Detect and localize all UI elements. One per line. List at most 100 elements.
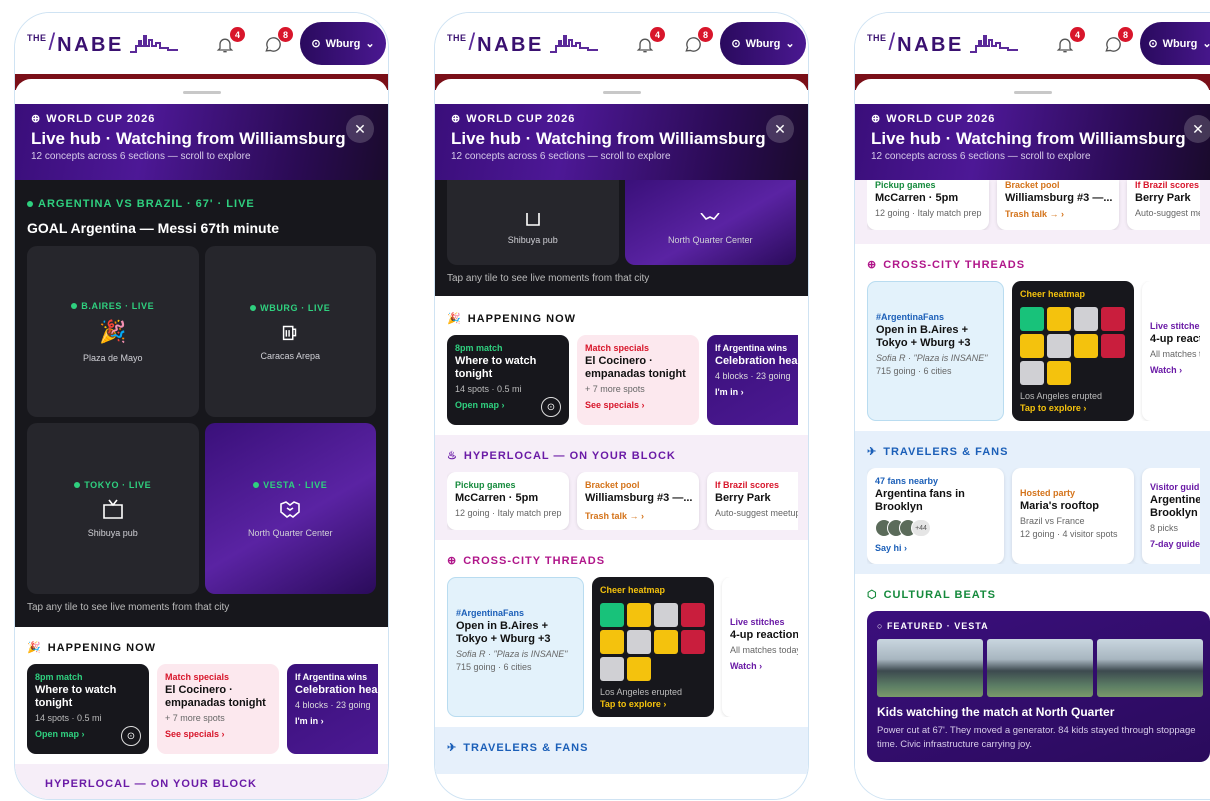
logo-slash: / bbox=[468, 29, 476, 56]
globe-icon: ⊕ bbox=[871, 113, 882, 125]
card-sub: 4 blocks · 23 going bbox=[295, 700, 371, 710]
close-button[interactable]: ✕ bbox=[346, 115, 374, 143]
card-kicker: Live stitches bbox=[730, 617, 785, 627]
im-in-link[interactable]: I'm in › bbox=[295, 716, 378, 726]
see-specials-link[interactable]: See specials › bbox=[585, 400, 691, 410]
hub-kicker: WORLD CUP 2026 bbox=[46, 112, 156, 125]
sheet-grabber[interactable] bbox=[1013, 91, 1052, 94]
argentina-fans-thread[interactable]: #ArgentinaFans Open in B.Aires + Tokyo +… bbox=[867, 281, 1004, 421]
phone-screen-2: THE / NABE 4 8 ⊙ Wburg ⌄ ⊕ WORLD CUP 2026… bbox=[434, 12, 809, 800]
city-tile-vesta[interactable]: North Quarter Center bbox=[624, 180, 796, 265]
card-sub: + 7 more spots bbox=[165, 713, 225, 723]
globe-icon: ⊕ bbox=[31, 113, 42, 125]
specials-card[interactable]: Match specials El Cocinero · empanadas t… bbox=[577, 335, 699, 425]
watch-link[interactable]: Watch › bbox=[1150, 365, 1200, 375]
city-tile-wburg[interactable]: WBURG · LIVE Caracas Arepa bbox=[204, 246, 376, 417]
pin-icon: ⊙ bbox=[1148, 38, 1158, 50]
notifications-button[interactable]: 4 bbox=[1055, 27, 1085, 57]
fans-nearby-card[interactable]: 47 fans nearby Argentina fans in Brookly… bbox=[867, 468, 1004, 564]
cross-city-section: ⊕ CROSS-CITY THREADS #ArgentinaFans Open … bbox=[435, 540, 808, 727]
location-selector[interactable]: ⊙ Wburg ⌄ bbox=[1140, 22, 1210, 65]
close-button[interactable]: ✕ bbox=[766, 115, 794, 143]
card-title: El Cocinero · empanadas tonight bbox=[585, 355, 686, 380]
location-label: Wburg bbox=[325, 37, 361, 50]
hub-title: Live hub · Watching from Williamsburg bbox=[451, 129, 766, 148]
guide-link[interactable]: 7-day guide › bbox=[1150, 539, 1200, 549]
cultural-beats-section: ⬡ CULTURAL BEATS ○ FEATURED · VESTA Kids … bbox=[855, 574, 1210, 772]
logo-the: THE bbox=[867, 33, 887, 43]
thread-quote: Sofia R · "Plaza is INSANE" bbox=[876, 353, 988, 363]
tap-to-explore-link[interactable]: Tap to explore › bbox=[600, 699, 706, 709]
tiles-hint: Tap any tile to see live moments from th… bbox=[447, 273, 650, 284]
location-selector[interactable]: ⊙ Wburg ⌄ bbox=[720, 22, 806, 65]
pickup-games-card[interactable]: Pickup games McCarren · 5pm 12 going · I… bbox=[447, 472, 569, 530]
brazil-scores-card[interactable]: If Brazil scores Berry Park Auto-suggest… bbox=[1127, 180, 1200, 230]
messages-button[interactable]: 8 bbox=[1103, 27, 1133, 57]
live-stitches-card[interactable]: Live stitches 4-up reactions All matches… bbox=[722, 577, 798, 717]
happening-now-section: 🎉 HAPPENING NOW 8pm match Where to watch … bbox=[435, 296, 808, 435]
hub-kicker: WORLD CUP 2026 bbox=[886, 112, 996, 125]
card-title: Berry Park bbox=[1135, 192, 1191, 204]
sheet-grabber[interactable] bbox=[602, 91, 641, 94]
tile-place: Plaza de Mayo bbox=[82, 352, 143, 363]
chevron-down-icon: ⌄ bbox=[1202, 37, 1210, 50]
heatmap-cell bbox=[1020, 361, 1044, 385]
card-title: Argentina fans in Brooklyn bbox=[875, 488, 965, 513]
logo-slash: / bbox=[888, 29, 896, 56]
plane-icon: ✈ bbox=[867, 446, 878, 458]
celebration-card[interactable]: If Argentina wins Celebration heads to C… bbox=[287, 664, 378, 754]
tap-to-explore-link[interactable]: Tap to explore › bbox=[1020, 403, 1126, 413]
location-selector[interactable]: ⊙ Wburg ⌄ bbox=[300, 22, 386, 65]
trash-talk-link[interactable]: Trash talk → › bbox=[585, 511, 691, 521]
pickup-games-card[interactable]: Pickup games McCarren · 5pm 12 going · I… bbox=[867, 180, 989, 230]
nabe-logo[interactable]: THE / NABE bbox=[447, 29, 598, 57]
sheet-grabber[interactable] bbox=[182, 91, 221, 94]
section-title: CULTURAL BEATS bbox=[883, 588, 996, 601]
card-title: 4-up reactions bbox=[730, 629, 798, 641]
watch-card[interactable]: 8pm match Where to watch tonight 14 spot… bbox=[447, 335, 569, 425]
heatmap-cell bbox=[600, 657, 624, 681]
say-hi-link[interactable]: Say hi › bbox=[875, 543, 996, 553]
city-tile-vesta[interactable]: VESTA · LIVE North Quarter Center bbox=[204, 423, 376, 594]
heatmap-cell bbox=[600, 603, 624, 627]
messages-badge: 8 bbox=[278, 27, 293, 42]
watch-link[interactable]: Watch › bbox=[730, 661, 798, 671]
see-specials-link[interactable]: See specials › bbox=[165, 729, 271, 739]
hub-title: Live hub · Watching from Williamsburg bbox=[871, 129, 1186, 148]
argentina-fans-thread[interactable]: #ArgentinaFans Open in B.Aires + Tokyo +… bbox=[447, 577, 584, 717]
notifications-button[interactable]: 4 bbox=[635, 27, 665, 57]
nabe-logo[interactable]: THE / NABE bbox=[27, 29, 178, 57]
celebration-card[interactable]: If Argentina wins Celebration heads to C… bbox=[707, 335, 798, 425]
top-bar: THE / NABE 4 8 ⊙ Wburg ⌄ bbox=[435, 13, 808, 75]
live-stitches-card[interactable]: Live stitches 4-up reactions All matches… bbox=[1142, 281, 1200, 421]
cross-city-section: ⊕ CROSS-CITY THREADS #ArgentinaFans Open … bbox=[855, 244, 1210, 431]
handshake-icon bbox=[280, 500, 301, 518]
heatmap-grid bbox=[600, 603, 706, 681]
brazil-scores-card[interactable]: If Brazil scores Berry Park Auto-suggest… bbox=[707, 472, 798, 530]
specials-card[interactable]: Match specials El Cocinero · empanadas t… bbox=[157, 664, 279, 754]
trash-talk-link[interactable]: Trash talk → › bbox=[1005, 209, 1111, 219]
messages-badge: 8 bbox=[1118, 27, 1133, 42]
city-tile-baires[interactable]: B.AIRES · LIVE 🎉 Plaza de Mayo bbox=[27, 246, 199, 417]
messages-button[interactable]: 8 bbox=[683, 27, 713, 57]
bracket-pool-card[interactable]: Bracket pool Williamsburg #3 —... Trash … bbox=[997, 180, 1119, 230]
city-tile-tokyo[interactable]: TOKYO · LIVE Shibuya pub bbox=[27, 423, 199, 594]
notifications-button[interactable]: 4 bbox=[215, 27, 245, 57]
nabe-logo[interactable]: THE / NABE bbox=[867, 29, 1018, 57]
watch-card[interactable]: 8pm match Where to watch tonight 14 spot… bbox=[27, 664, 149, 754]
bracket-pool-card[interactable]: Bracket pool Williamsburg #3 —... Trash … bbox=[577, 472, 699, 530]
card-title: Berry Park bbox=[715, 492, 771, 504]
cheer-heatmap-card[interactable]: Cheer heatmap Los Angeles erupted Tap to… bbox=[592, 577, 714, 717]
visitor-guide-card[interactable]: Visitor guid Argentine sp Brooklyn 8 pic… bbox=[1142, 468, 1200, 564]
card-kicker: 47 fans nearby bbox=[875, 476, 939, 486]
hosted-party-card[interactable]: Hosted party Maria's rooftop Brazil vs F… bbox=[1012, 468, 1134, 564]
city-tile-tokyo[interactable]: Shibuya pub bbox=[447, 180, 619, 265]
close-button[interactable]: ✕ bbox=[1184, 115, 1210, 143]
messages-button[interactable]: 8 bbox=[263, 27, 293, 57]
logo-nabe: NABE bbox=[57, 34, 124, 56]
heatmap-cell bbox=[654, 603, 678, 627]
card-title: Argentine sp Brooklyn bbox=[1150, 494, 1200, 519]
cheer-heatmap-card[interactable]: Cheer heatmap Los Angeles erupted Tap to… bbox=[1012, 281, 1134, 421]
featured-story-card[interactable]: ○ FEATURED · VESTA Kids watching the mat… bbox=[867, 611, 1210, 762]
im-in-link[interactable]: I'm in › bbox=[715, 387, 798, 397]
